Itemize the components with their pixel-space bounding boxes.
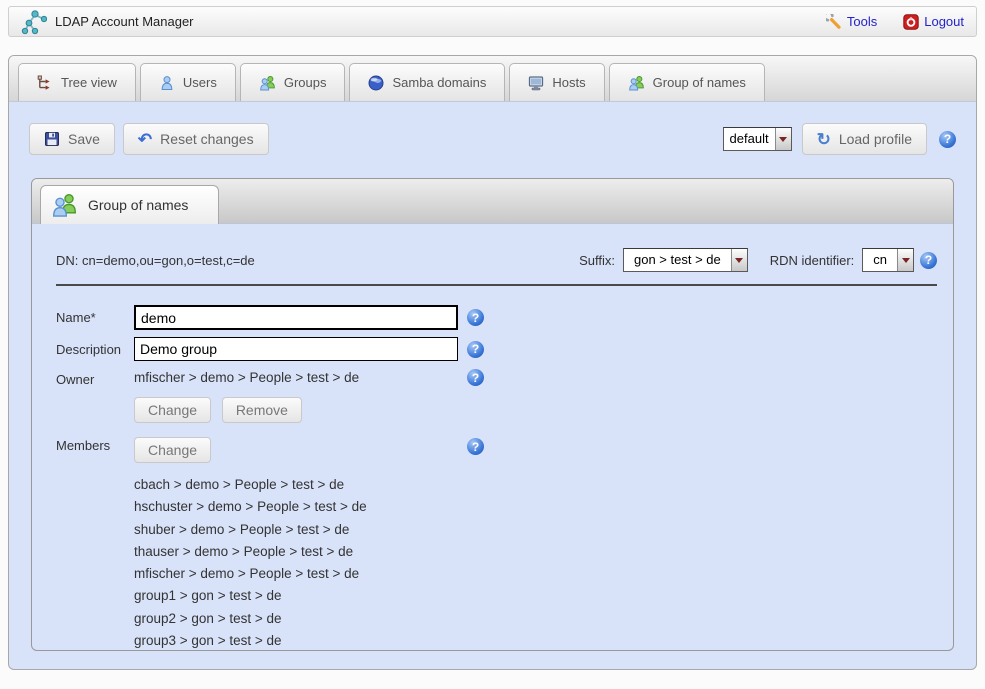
app-header: LDAP Account Manager Tools Logout (8, 6, 977, 37)
tab-label: Hosts (552, 75, 585, 90)
owner-value: mfischer > demo > People > test > de (134, 370, 462, 385)
tab-label: Group of names (653, 75, 746, 90)
owner-change-button[interactable]: Change (134, 397, 211, 423)
tab-samba-domains[interactable]: Samba domains (349, 63, 505, 101)
panel-tab-group-of-names[interactable]: Group of names (40, 185, 219, 224)
tab-groups[interactable]: Groups (240, 63, 346, 101)
tab-users[interactable]: Users (140, 63, 236, 101)
load-profile-label: Load profile (839, 131, 912, 147)
tab-label: Users (183, 75, 217, 90)
description-label: Description (56, 342, 134, 357)
toolbar: Save ↶ Reset changes default ↻ Load prof… (9, 102, 976, 155)
owner-label: Owner (56, 368, 134, 387)
tab-label: Samba domains (392, 75, 486, 90)
profile-select[interactable]: default (723, 127, 792, 151)
dn-text: DN: cn=demo,ou=gon,o=test,c=de (56, 253, 255, 268)
nav-tab-bar: Tree view Users Groups (9, 56, 976, 102)
rdn-help-icon[interactable]: ? (920, 252, 937, 269)
chevron-down-icon (902, 258, 910, 263)
dn-row: DN: cn=demo,ou=gon,o=test,c=de Suffix: g… (56, 248, 937, 286)
members-label: Members (56, 434, 134, 453)
select-arrow-button[interactable] (731, 249, 747, 271)
page: LDAP Account Manager Tools Logout (0, 6, 985, 689)
select-arrow-button[interactable] (897, 249, 913, 271)
member-item: mfischer > demo > People > test > de (134, 563, 462, 585)
group-of-names-icon (51, 192, 78, 218)
group-of-names-icon (628, 75, 645, 91)
main-container: Tree view Users Groups (8, 55, 977, 670)
load-profile-button[interactable]: ↻ Load profile (802, 123, 927, 155)
member-item: cbach > demo > People > test > de (134, 474, 462, 496)
profile-select-value: default (724, 128, 775, 150)
name-help-icon[interactable]: ? (467, 309, 484, 326)
tools-link[interactable]: Tools (826, 14, 877, 30)
host-monitor-icon (528, 75, 544, 91)
suffix-label: Suffix: (579, 253, 615, 268)
wrench-icon (826, 14, 842, 30)
groups-icon (259, 75, 276, 91)
tab-label: Groups (284, 75, 327, 90)
member-item: shuber > demo > People > test > de (134, 519, 462, 541)
tools-label: Tools (847, 14, 877, 29)
reset-label: Reset changes (160, 131, 253, 147)
rdn-select[interactable]: cn (862, 248, 914, 272)
member-item: group1 > gon > test > de (134, 585, 462, 607)
rdn-label: RDN identifier: (770, 253, 855, 268)
member-item: thauser > demo > People > test > de (134, 541, 462, 563)
reset-changes-button[interactable]: ↶ Reset changes (123, 123, 269, 155)
chevron-down-icon (779, 137, 787, 142)
chevron-down-icon (735, 258, 743, 263)
user-icon (159, 75, 175, 91)
description-help-icon[interactable]: ? (467, 341, 484, 358)
member-item: group2 > gon > test > de (134, 608, 462, 630)
tab-hosts[interactable]: Hosts (509, 63, 604, 101)
rdn-select-value: cn (863, 249, 897, 271)
suffix-select-value: gon > test > de (624, 249, 731, 271)
group-form: Name* ? Description ? Owner mfischer > d… (56, 305, 939, 651)
members-list: cbach > demo > People > test > de hschus… (134, 474, 462, 651)
name-input[interactable] (134, 305, 458, 330)
panel-tab-label: Group of names (88, 197, 188, 213)
save-button[interactable]: Save (29, 123, 115, 155)
tab-tree-view[interactable]: Tree view (18, 63, 136, 101)
logout-link[interactable]: Logout (903, 14, 964, 30)
save-floppy-icon (44, 131, 60, 147)
tree-view-icon (37, 75, 53, 91)
logout-power-icon (903, 14, 919, 30)
members-change-button[interactable]: Change (134, 437, 211, 463)
lam-logo-icon (21, 9, 47, 35)
reload-circle-icon: ↻ (817, 131, 831, 148)
description-input[interactable] (134, 337, 458, 361)
members-help-icon[interactable]: ? (467, 438, 484, 455)
panel-body: DN: cn=demo,ou=gon,o=test,c=de Suffix: g… (32, 224, 953, 651)
undo-arrow-icon: ↶ (138, 131, 152, 148)
account-panel: Group of names DN: cn=demo,ou=gon,o=test… (31, 178, 954, 651)
panel-tab-bar: Group of names (32, 179, 953, 224)
tab-label: Tree view (61, 75, 117, 90)
select-arrow-button[interactable] (775, 128, 791, 150)
logout-label: Logout (924, 14, 964, 29)
save-label: Save (68, 131, 100, 147)
member-item: hschuster > demo > People > test > de (134, 496, 462, 518)
owner-remove-button[interactable]: Remove (222, 397, 302, 423)
member-item: group3 > gon > test > de (134, 630, 462, 651)
tab-group-of-names[interactable]: Group of names (609, 63, 765, 101)
suffix-select[interactable]: gon > test > de (623, 248, 748, 272)
name-label: Name* (56, 310, 134, 325)
app-title: LDAP Account Manager (55, 14, 194, 29)
profile-help-icon[interactable]: ? (939, 131, 956, 148)
owner-help-icon[interactable]: ? (467, 369, 484, 386)
globe-icon (368, 75, 384, 91)
